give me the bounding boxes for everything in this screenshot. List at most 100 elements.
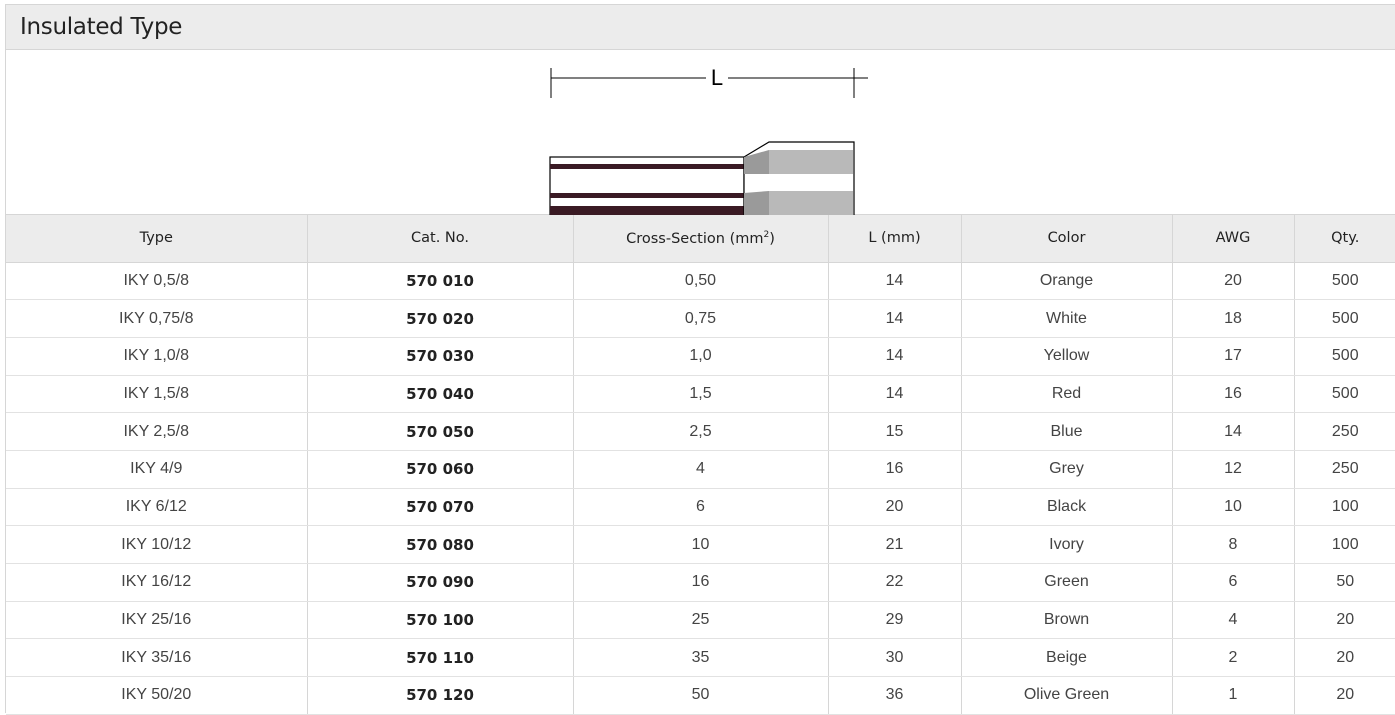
cell-color: White <box>961 299 1173 338</box>
cell-type: IKY 1,5/8 <box>6 375 308 414</box>
cell-color: Green <box>961 563 1173 602</box>
cell-cat-no: 570 060 <box>307 450 574 489</box>
cell-qty: 20 <box>1294 638 1395 678</box>
cell-awg: 6 <box>1172 563 1295 602</box>
cell-awg: 12 <box>1172 450 1295 489</box>
cell-color: Ivory <box>961 525 1173 564</box>
cell-length: 29 <box>828 601 962 640</box>
header-cat-no: Cat. No. <box>307 215 574 263</box>
cell-awg: 18 <box>1172 299 1295 338</box>
cell-cat-no: 570 050 <box>307 412 574 451</box>
table-row: IKY 6/12 570 070 6 20 Black 10 100 <box>6 488 1395 527</box>
cell-color: Red <box>961 375 1173 414</box>
cell-color: Olive Green <box>961 676 1173 715</box>
cell-cross-section: 0,75 <box>573 299 829 338</box>
table-body: IKY 0,5/8 570 010 0,50 14 Orange 20 500 IKY 0,7… <box>6 262 1395 715</box>
cell-awg: 10 <box>1172 488 1295 527</box>
cell-color: Orange <box>961 262 1173 301</box>
collar-taper-bottom <box>744 191 769 215</box>
table-row: IKY 35/16 570 110 35 30 Beige 2 20 <box>6 638 1395 678</box>
table-row: IKY 16/12 570 090 16 22 Green 6 50 <box>6 563 1395 602</box>
cell-type: IKY 2,5/8 <box>6 412 308 451</box>
cell-length: 14 <box>828 337 962 376</box>
cell-length: 15 <box>828 412 962 451</box>
cell-qty: 500 <box>1294 299 1395 338</box>
ferrule-drawing: L <box>549 65 868 215</box>
section-title: Insulated Type <box>6 5 1395 50</box>
ferrule-diagram: L <box>6 50 1395 215</box>
cell-cat-no: 570 090 <box>307 563 574 602</box>
cell-qty: 20 <box>1294 601 1395 640</box>
header-type: Type <box>6 215 308 263</box>
cell-cat-no: 570 120 <box>307 676 574 715</box>
cell-type: IKY 0,75/8 <box>6 299 308 338</box>
cell-length: 16 <box>828 450 962 489</box>
cell-qty: 20 <box>1294 676 1395 715</box>
product-table: Type Cat. No. Cross-Section (mm2) L (mm)… <box>6 215 1395 715</box>
cell-type: IKY 50/20 <box>6 676 308 715</box>
table-row: IKY 10/12 570 080 10 21 Ivory 8 100 <box>6 525 1395 564</box>
cell-length: 20 <box>828 488 962 527</box>
cell-cat-no: 570 010 <box>307 262 574 301</box>
header-qty: Qty. <box>1294 215 1395 263</box>
cell-color: Blue <box>961 412 1173 451</box>
table-header-row: Type Cat. No. Cross-Section (mm2) L (mm)… <box>6 215 1395 263</box>
cell-length: 36 <box>828 676 962 715</box>
cell-cat-no: 570 110 <box>307 638 574 678</box>
cell-awg: 17 <box>1172 337 1295 376</box>
cell-cross-section: 4 <box>573 450 829 489</box>
insulated-type-panel: Insulated Type L Type Cat. No. Cross-Sec… <box>5 4 1395 715</box>
collar-shade-bottom <box>769 191 853 215</box>
table-row: IKY 0,75/8 570 020 0,75 14 White 18 500 <box>6 299 1395 338</box>
cell-type: IKY 16/12 <box>6 563 308 602</box>
table-row: IKY 2,5/8 570 050 2,5 15 Blue 14 250 <box>6 412 1395 451</box>
cell-cross-section: 1,0 <box>573 337 829 376</box>
sleeve-stripe-1 <box>550 164 744 169</box>
cell-qty: 500 <box>1294 375 1395 414</box>
collar-taper-top <box>744 150 769 174</box>
cell-color: Yellow <box>961 337 1173 376</box>
cell-length: 14 <box>828 375 962 414</box>
table-row: IKY 0,5/8 570 010 0,50 14 Orange 20 500 <box>6 262 1395 301</box>
cell-cross-section: 1,5 <box>573 375 829 414</box>
cell-cross-section: 35 <box>573 638 829 678</box>
cell-qty: 250 <box>1294 412 1395 451</box>
cell-cross-section: 50 <box>573 676 829 715</box>
cell-qty: 50 <box>1294 563 1395 602</box>
header-length: L (mm) <box>828 215 962 263</box>
header-awg: AWG <box>1172 215 1295 263</box>
cell-type: IKY 6/12 <box>6 488 308 527</box>
cell-cat-no: 570 040 <box>307 375 574 414</box>
cell-qty: 250 <box>1294 450 1395 489</box>
collar-shade-top <box>769 150 853 174</box>
cell-length: 22 <box>828 563 962 602</box>
cell-cross-section: 25 <box>573 601 829 640</box>
cell-qty: 500 <box>1294 262 1395 301</box>
header-cross-section-text: Cross-Section (mm <box>626 230 764 247</box>
cell-awg: 20 <box>1172 262 1295 301</box>
table-row: IKY 1,5/8 570 040 1,5 14 Red 16 500 <box>6 375 1395 414</box>
cell-type: IKY 35/16 <box>6 638 308 678</box>
table-row: IKY 50/20 570 120 50 36 Olive Green 1 20 <box>6 676 1395 715</box>
cell-awg: 4 <box>1172 601 1295 640</box>
cell-qty: 100 <box>1294 525 1395 564</box>
cell-type: IKY 1,0/8 <box>6 337 308 376</box>
sleeve-stripe-2 <box>550 193 744 198</box>
cell-awg: 14 <box>1172 412 1295 451</box>
cell-cross-section: 0,50 <box>573 262 829 301</box>
cell-cat-no: 570 020 <box>307 299 574 338</box>
cell-color: Beige <box>961 638 1173 678</box>
cell-cross-section: 2,5 <box>573 412 829 451</box>
cell-qty: 500 <box>1294 337 1395 376</box>
cell-length: 14 <box>828 299 962 338</box>
cell-cat-no: 570 080 <box>307 525 574 564</box>
header-color: Color <box>961 215 1173 263</box>
cell-length: 14 <box>828 262 962 301</box>
cell-length: 21 <box>828 525 962 564</box>
header-cross-section: Cross-Section (mm2) <box>573 215 829 263</box>
cell-cat-no: 570 100 <box>307 601 574 640</box>
table-row: IKY 1,0/8 570 030 1,0 14 Yellow 17 500 <box>6 337 1395 376</box>
cell-awg: 1 <box>1172 676 1295 715</box>
cell-length: 30 <box>828 638 962 678</box>
cell-type: IKY 10/12 <box>6 525 308 564</box>
